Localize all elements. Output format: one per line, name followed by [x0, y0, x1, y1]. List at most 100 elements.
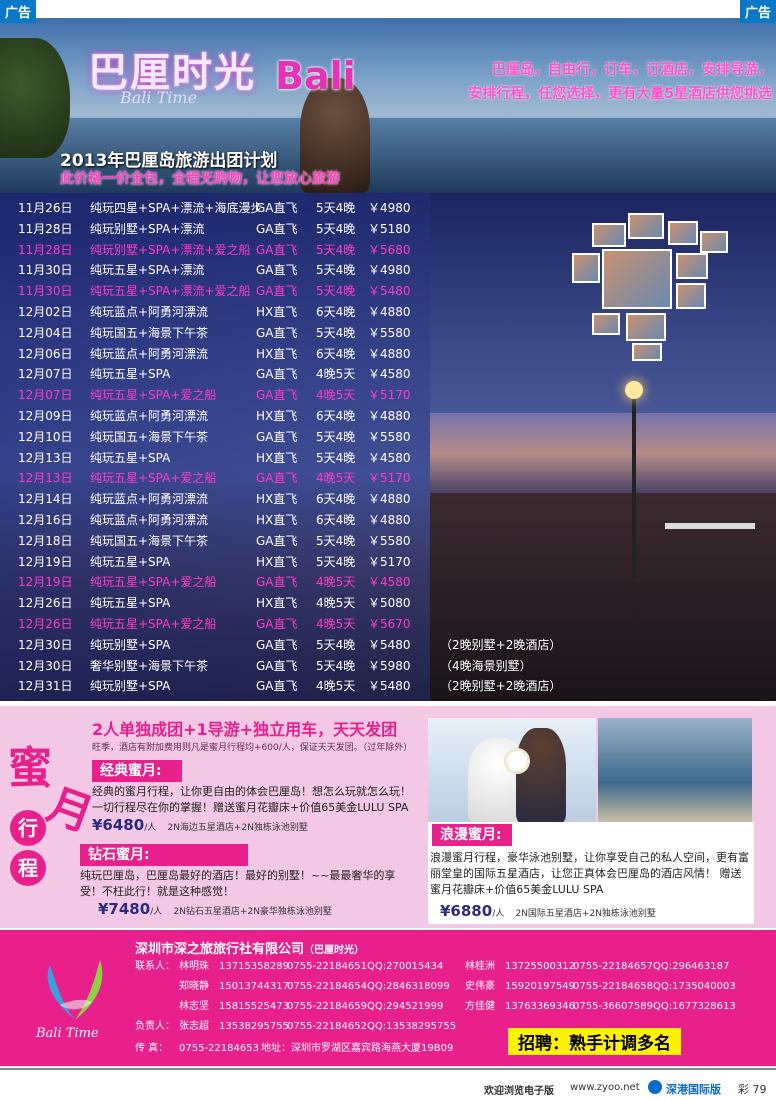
lamppost-image — [632, 398, 636, 578]
schedule-days: 5天4晚 — [316, 221, 356, 236]
contact-qq: QQ:13538295755 — [367, 1021, 457, 1032]
romantic-text-line-2: 丽堂皇的国际五星酒店，让您正真体会巴厘岛的酒店风情！ 赠送 — [430, 867, 742, 880]
fax-label: 传 真： — [135, 1043, 169, 1054]
contact-qq-2: QQ:296463187 — [653, 961, 730, 972]
classic-price-value: ¥6480 — [92, 816, 145, 834]
schedule-flight: GA直飞 — [256, 429, 298, 444]
schedule-flight: GA直飞 — [256, 637, 298, 652]
schedule-date: 12月19日 — [18, 575, 73, 590]
contact-mobile: 13538295755 — [219, 1021, 289, 1032]
schedule-date: 12月10日 — [18, 429, 73, 444]
schedule-price: ￥4980 — [368, 201, 411, 215]
bouquet-image — [504, 748, 530, 774]
schedule-date: 12月09日 — [18, 409, 73, 423]
schedule-route: 纯玩蓝点+阿勇河漂流 — [90, 513, 209, 527]
classic-detail: 2N海边五星酒店+2N独栋泳池别墅 — [167, 823, 308, 833]
schedule-date: 12月02日 — [18, 305, 73, 319]
schedule-date: 12月30日 — [18, 637, 73, 652]
schedule-row: 12月19日 纯玩五星+SPA+爱之船 GA直飞 4晚5天 ￥4580 — [0, 572, 560, 593]
groom-image — [516, 728, 566, 823]
romantic-tag: 浪漫蜜月: — [432, 824, 512, 846]
schedule-date: 12月30日 — [18, 658, 73, 673]
schedule-date: 12月16日 — [18, 513, 73, 527]
schedule-price: ￥5980 — [368, 658, 411, 673]
hero-banner: 巴厘时光 Bali Time Bali 巴厘岛，自由行，订车，订酒店，安排导游，… — [0, 18, 776, 193]
logo-english: Bali Time — [120, 88, 198, 107]
schedule-price: ￥5480 — [368, 679, 411, 694]
contact-tel: 0755-22184654 — [287, 981, 367, 992]
schedule-route: 纯玩国五+海景下午茶 — [90, 325, 209, 340]
footer-divider — [0, 1068, 776, 1070]
schedule-days: 5天4晚 — [316, 201, 356, 215]
contact-name: 林志坚 — [179, 1001, 209, 1012]
schedule-row: 12月13日 纯玩五星+SPA HX直飞 5天4晚 ￥4580 — [0, 448, 560, 469]
romantic-text: 浪漫蜜月行程，豪华泳池别墅，让你享受自己的私人空间，更有富 丽堂皇的国际五星酒店… — [430, 850, 749, 898]
cliff-image — [0, 38, 70, 158]
ad-label-left: 广告 — [0, 0, 37, 23]
romantic-price-unit: /人 — [492, 909, 505, 919]
schedule-flight: GA直飞 — [256, 263, 298, 278]
classic-text-line-1: 经典的蜜月行程，让你更自由的体会巴厘岛！想怎么玩就怎么玩！ — [92, 785, 411, 798]
schedule-price: ￥5170 — [368, 554, 411, 569]
schedule-row: 12月13日 纯玩五星+SPA+爱之船 GA直飞 4晚5天 ￥5170 — [0, 468, 560, 489]
contact-qq: QQ:270015434 — [367, 961, 444, 972]
schedule-route: 纯玩蓝点+阿勇河漂流 — [90, 492, 209, 507]
schedule-days: 6天4晚 — [316, 346, 356, 361]
schedule-date: 11月28日 — [18, 242, 73, 257]
schedule-price: ￥4980 — [368, 263, 411, 278]
classic-tag: 经典蜜月: — [92, 760, 182, 782]
collage-photo — [592, 313, 620, 335]
diamond-text-line-1: 纯玩巴厘岛，巴厘岛最好的酒店！最好的别墅！~~最最奢华的享 — [80, 869, 396, 882]
schedule-route: 纯玩国五+海景下午茶 — [90, 533, 209, 548]
contact-name: 郑晓静 — [179, 981, 209, 992]
schedule-row: 11月26日 纯玩四星+SPA+漂流+海底漫步 GA直飞 5天4晚 ￥4980 — [0, 198, 560, 219]
footer-url[interactable]: www.zyoo.net — [570, 1082, 640, 1093]
schedule-price: ￥5170 — [368, 388, 411, 403]
schedule-days: 5天4晚 — [316, 325, 356, 340]
schedule-route: 纯玩国五+海景下午茶 — [90, 429, 209, 444]
schedule-date: 11月26日 — [18, 201, 73, 215]
schedule-row: 12月18日 纯玩国五+海景下午茶 GA直飞 5天4晚 ￥5580 — [0, 531, 560, 552]
schedule-flight: GA直飞 — [256, 388, 298, 403]
schedule-route: 纯玩别墅+SPA — [90, 679, 171, 694]
schedule-route: 纯玩别墅+SPA — [90, 637, 171, 652]
schedule-route: 纯玩蓝点+阿勇河漂流 — [90, 409, 209, 423]
schedule-date: 12月31日 — [18, 679, 73, 694]
collage-photo — [628, 213, 664, 239]
romantic-price-value: ¥6880 — [440, 902, 493, 920]
schedule-row: 11月30日 纯玩五星+SPA+漂流 GA直飞 5天4晚 ￥4980 — [0, 260, 560, 281]
schedule-flight: GA直飞 — [256, 575, 298, 590]
contact-tel-2: 0755-22184658 — [573, 981, 653, 992]
collage-photo — [676, 253, 708, 279]
schedule-days: 5天4晚 — [316, 658, 356, 673]
schedule-route: 纯玩五星+SPA — [90, 554, 171, 569]
recruit-banner: 招聘：熟手计调多名 — [508, 1028, 681, 1055]
schedule-route: 纯玩五星+SPA+爱之船 — [90, 617, 217, 631]
honeymoon-title: 2人单独成团+1导游+独立用车，天天发团 — [92, 720, 398, 739]
collage-photo — [592, 223, 626, 247]
company-logo: Bali Time — [30, 950, 120, 1050]
contact-tel-2: 0755-36607589 — [573, 1001, 653, 1012]
schedule-flight: HX直飞 — [256, 554, 298, 569]
diamond-tag: 钻石蜜月: — [80, 844, 248, 866]
contact-name: 张志超 — [179, 1021, 209, 1032]
contact-qq-2: QQ:1735040003 — [653, 981, 736, 992]
schedule-price: ￥4880 — [368, 409, 411, 423]
schedule-route: 纯玩别墅+SPA+漂流+爱之船 — [90, 242, 251, 257]
footer-edition: 深港国际版 — [666, 1083, 721, 1096]
contact-name-2: 方佳健 — [465, 1001, 495, 1012]
schedule-route: 纯玩蓝点+阿勇河漂流 — [90, 346, 209, 361]
company-suffix: （巴厘时光） — [304, 945, 365, 956]
schedule-date: 12月13日 — [18, 471, 73, 486]
fax-number: 0755-22184653 — [179, 1043, 259, 1054]
schedule-route: 纯玩四星+SPA+漂流+海底漫步 — [90, 201, 263, 215]
collage-photo — [626, 313, 666, 341]
contact-tel: 0755-22184652 — [287, 1021, 367, 1032]
schedule-days: 6天4晚 — [316, 492, 356, 507]
side-char-mi: 蜜 — [8, 743, 52, 794]
schedule-days: 5天4晚 — [316, 242, 356, 257]
schedule-days: 4晚5天 — [316, 596, 356, 611]
schedule-row: 12月06日 纯玩蓝点+阿勇河漂流 HX直飞 6天4晚 ￥4880 — [0, 344, 560, 365]
honeymoon-note: 旺季，酒店有附加费用则凡是蜜月行程均+600/人，保证天天发团。（过年除外） — [92, 743, 413, 753]
schedule-flight: GA直飞 — [256, 658, 298, 673]
